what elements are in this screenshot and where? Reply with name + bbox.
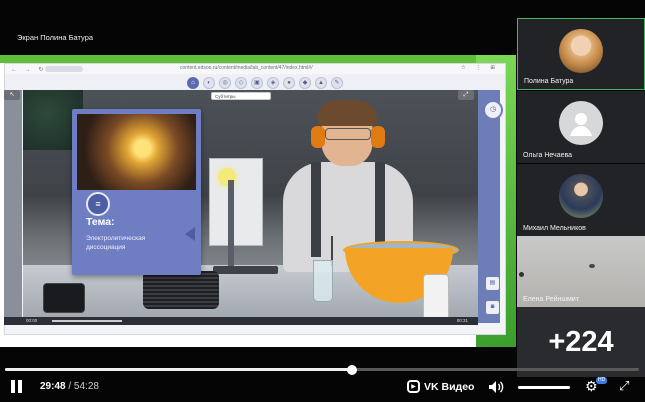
- participant-name: Елена Рейншмит: [523, 296, 579, 303]
- vk-video-brand: VK Видео: [424, 380, 475, 393]
- player-controls: 29:48 / 54:28 ▶ VK Видео ⚙ HD ⤢: [0, 372, 645, 402]
- lab-icon-5: ◈: [267, 77, 279, 89]
- subtitles-toggle: Субтитры: [211, 92, 271, 100]
- participant-name: Михаил Мельников: [523, 225, 586, 232]
- beaker: [313, 260, 333, 302]
- topic-card: ≡ Тема: Электролитическая диссоциация: [72, 109, 201, 275]
- avatar: [559, 174, 603, 218]
- volume-button[interactable]: [488, 380, 504, 394]
- fullscreen-icon: ⤢: [619, 378, 630, 393]
- topic-menu-icon: ≡: [86, 192, 110, 216]
- lab-icon-9: ✎: [331, 77, 343, 89]
- avatar: [559, 29, 603, 73]
- salt-jar: [423, 274, 449, 320]
- inner-video-controls: 00:00 00:31: [4, 317, 478, 325]
- shared-screen: ← → ↻ content.edsoo.ru/content/media/lab…: [0, 55, 516, 347]
- lab-icon-4: ▣: [251, 77, 263, 89]
- lab-icon-7: ◆: [299, 77, 311, 89]
- lab-icon-1: ◐: [203, 77, 215, 89]
- camera-feed-spot: [589, 264, 595, 268]
- lab-stand-base: [213, 266, 278, 274]
- browser-url: content.edsoo.ru/content/media/lab_conte…: [180, 65, 313, 71]
- avatar-default-icon: [559, 101, 603, 145]
- fullscreen-button[interactable]: ⤢: [619, 379, 629, 393]
- lab-icon-8: ▲: [315, 77, 327, 89]
- inner-current-time: 00:00: [26, 318, 38, 323]
- lab-scene-video: Субтитры ≡ Тема: Электролитическая диссо…: [23, 90, 478, 323]
- lab-stand: [228, 180, 234, 270]
- lab-icon-6: ●: [283, 77, 295, 89]
- participant-name: Ольга Нечаева: [523, 152, 573, 159]
- scene-camera-icon: ◙: [486, 301, 499, 314]
- inner-progress-bar: [52, 320, 122, 322]
- inner-end-time: 00:31: [456, 318, 468, 323]
- participant-tile-3: Михаил Мельников: [517, 164, 645, 236]
- browser-toolbar-icons: ☆ ⋮ ⊞: [460, 65, 499, 71]
- volume-icon: [489, 381, 504, 393]
- topic-corner-icon: [185, 227, 195, 241]
- participant-tile-2: Ольга Нечаева: [517, 91, 645, 163]
- lab-toolbar-icons: ⌂ ◐ ◎ ◇ ▣ ◈ ● ◆ ▲ ✎: [187, 77, 343, 89]
- lab-lamp-box: [209, 158, 263, 246]
- slide-accent-bar: [0, 55, 516, 63]
- more-participants-count[interactable]: +224: [517, 307, 645, 377]
- vk-video-logo[interactable]: ▶ VK Видео: [407, 380, 474, 393]
- topic-photo: [77, 114, 196, 190]
- time-display: 29:48 / 54:28: [40, 381, 99, 392]
- topic-title: Тема:: [86, 216, 115, 228]
- lab-icon-3: ◇: [235, 77, 247, 89]
- scene-left-strip: [4, 90, 22, 323]
- phone-object: [43, 283, 85, 313]
- pause-button[interactable]: [11, 380, 23, 394]
- participant-tile-4: Елена Рейншмит: [517, 236, 645, 307]
- vk-video-icon: ▶: [407, 380, 420, 393]
- seek-bar-progress: [5, 368, 353, 371]
- video-player[interactable]: Экран Полина Батура ← → ↻ content.edsoo.…: [0, 0, 645, 402]
- browser-tab-chip: [45, 65, 83, 72]
- current-time: 29:48: [40, 381, 66, 392]
- scene-notes-icon: ▤: [486, 277, 499, 290]
- volume-slider[interactable]: [518, 385, 570, 389]
- total-time: 54:28: [73, 381, 99, 392]
- cable-coil: [143, 271, 219, 309]
- pause-icon: [11, 380, 15, 393]
- participant-name: Полина Батура: [524, 78, 574, 85]
- participant-tile-1: Полина Батура: [517, 18, 645, 90]
- topic-subtitle: Электролитическая диссоциация: [86, 235, 146, 251]
- scene-back-icon: ↖: [4, 90, 20, 100]
- lab-icon-2: ◎: [219, 77, 231, 89]
- lab-toolbar: ⌂ ◐ ◎ ◇ ▣ ◈ ● ◆ ▲ ✎: [5, 74, 505, 90]
- quality-badge: HD: [596, 377, 608, 384]
- screen-share-label: Экран Полина Батура: [17, 33, 94, 42]
- scene-expand-icon: ⤢: [458, 90, 474, 100]
- lab-icon-home: ⌂: [187, 77, 199, 89]
- scene-timer-icon: ◷: [483, 100, 503, 120]
- browser-nav-icons: ← → ↻: [11, 67, 47, 73]
- camera-feed-spot-2: [519, 272, 524, 277]
- seek-bar[interactable]: [5, 364, 639, 375]
